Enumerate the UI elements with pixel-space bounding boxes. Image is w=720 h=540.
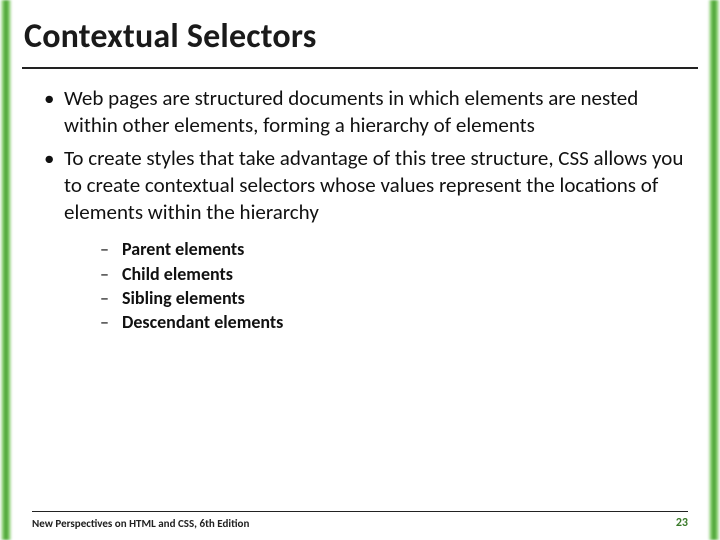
bullet-item: To create styles that take advantage of … bbox=[44, 145, 690, 335]
sub-bullet-item: Descendant elements bbox=[100, 310, 690, 334]
sub-bullet-item: Parent elements bbox=[100, 237, 690, 261]
slide-border-left bbox=[0, 0, 12, 540]
sub-bullet-text: Descendant elements bbox=[122, 311, 283, 333]
sub-bullet-item: Child elements bbox=[100, 262, 690, 286]
slide-body: Contextual Selectors Web pages are struc… bbox=[12, 0, 708, 540]
page-number: 23 bbox=[676, 516, 688, 530]
sub-bullet-item: Sibling elements bbox=[100, 286, 690, 310]
title-underline bbox=[22, 67, 698, 69]
footer-text: New Perspectives on HTML and CSS, 6th Ed… bbox=[32, 517, 249, 530]
slide-title: Contextual Selectors bbox=[22, 14, 698, 67]
sub-bullet-text: Sibling elements bbox=[122, 287, 245, 309]
sub-bullet-text: Child elements bbox=[122, 263, 233, 285]
sub-bullet-text: Parent elements bbox=[122, 238, 244, 260]
bullet-text: Web pages are structured documents in wh… bbox=[64, 85, 638, 138]
slide-border-right bbox=[708, 0, 720, 540]
slide-footer: New Perspectives on HTML and CSS, 6th Ed… bbox=[32, 511, 688, 530]
bullet-list: Web pages are structured documents in wh… bbox=[22, 85, 698, 335]
bullet-text: To create styles that take advantage of … bbox=[64, 145, 683, 225]
sub-bullet-list: Parent elements Child elements Sibling e… bbox=[64, 237, 690, 334]
bullet-item: Web pages are structured documents in wh… bbox=[44, 85, 690, 139]
